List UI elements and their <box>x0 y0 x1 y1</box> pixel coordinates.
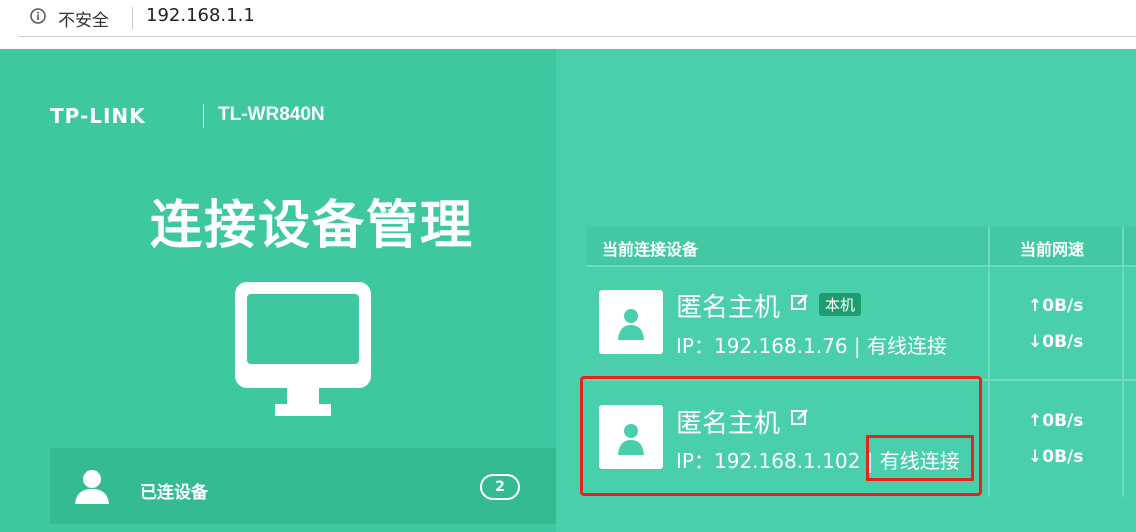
connection-type: 有线连接 <box>867 334 948 358</box>
device-name: 匿名主机 <box>676 293 781 323</box>
browser-address-bar: 不安全 192.168.1.1 <box>0 0 1136 38</box>
brand-logo: TP-LINK <box>50 104 146 128</box>
download-speed: ↓0B/s <box>1028 332 1084 352</box>
down-arrow-icon: ↓ <box>1028 332 1043 352</box>
this-device-badge: 本机 <box>819 293 862 316</box>
download-speed: ↓0B/s <box>1028 447 1084 467</box>
url-text[interactable]: 192.168.1.1 <box>146 5 255 26</box>
page-title: 连接设备管理 <box>150 196 475 256</box>
device-ip: IP：192.168.1.76 | 有线连接 <box>676 334 948 358</box>
upload-speed: ↑0B/s <box>1028 296 1084 316</box>
connected-devices-label: 已连设备 <box>140 483 208 503</box>
header-speed: 当前网速 <box>1020 240 1085 259</box>
toolbar-gap <box>0 37 1136 49</box>
connected-count-badge: 2 <box>480 474 520 500</box>
monitor-icon <box>235 282 371 416</box>
avatar <box>599 290 663 354</box>
upload-speed: ↑0B/s <box>1028 411 1084 431</box>
down-arrow-icon: ↓ <box>1028 447 1043 467</box>
user-icon <box>75 470 109 504</box>
table-header: 当前连接设备 当前网速 <box>586 227 1136 267</box>
brand-divider <box>203 104 204 128</box>
security-status[interactable]: 不安全 <box>58 6 109 31</box>
column-divider <box>1122 227 1124 497</box>
up-arrow-icon: ↑ <box>1028 296 1043 316</box>
column-divider <box>988 227 990 497</box>
header-device: 当前连接设备 <box>602 240 699 259</box>
edit-icon[interactable] <box>791 293 809 311</box>
person-icon <box>618 309 644 340</box>
connected-devices-item[interactable]: 已连设备 2 <box>50 448 556 524</box>
address-divider <box>132 7 133 29</box>
up-arrow-icon: ↑ <box>1028 411 1043 431</box>
address-field[interactable]: 不安全 192.168.1.1 <box>18 0 1136 37</box>
highlight-connection-type <box>866 435 974 481</box>
info-icon[interactable] <box>30 8 46 24</box>
model-name: TL-WR840N <box>218 104 325 125</box>
